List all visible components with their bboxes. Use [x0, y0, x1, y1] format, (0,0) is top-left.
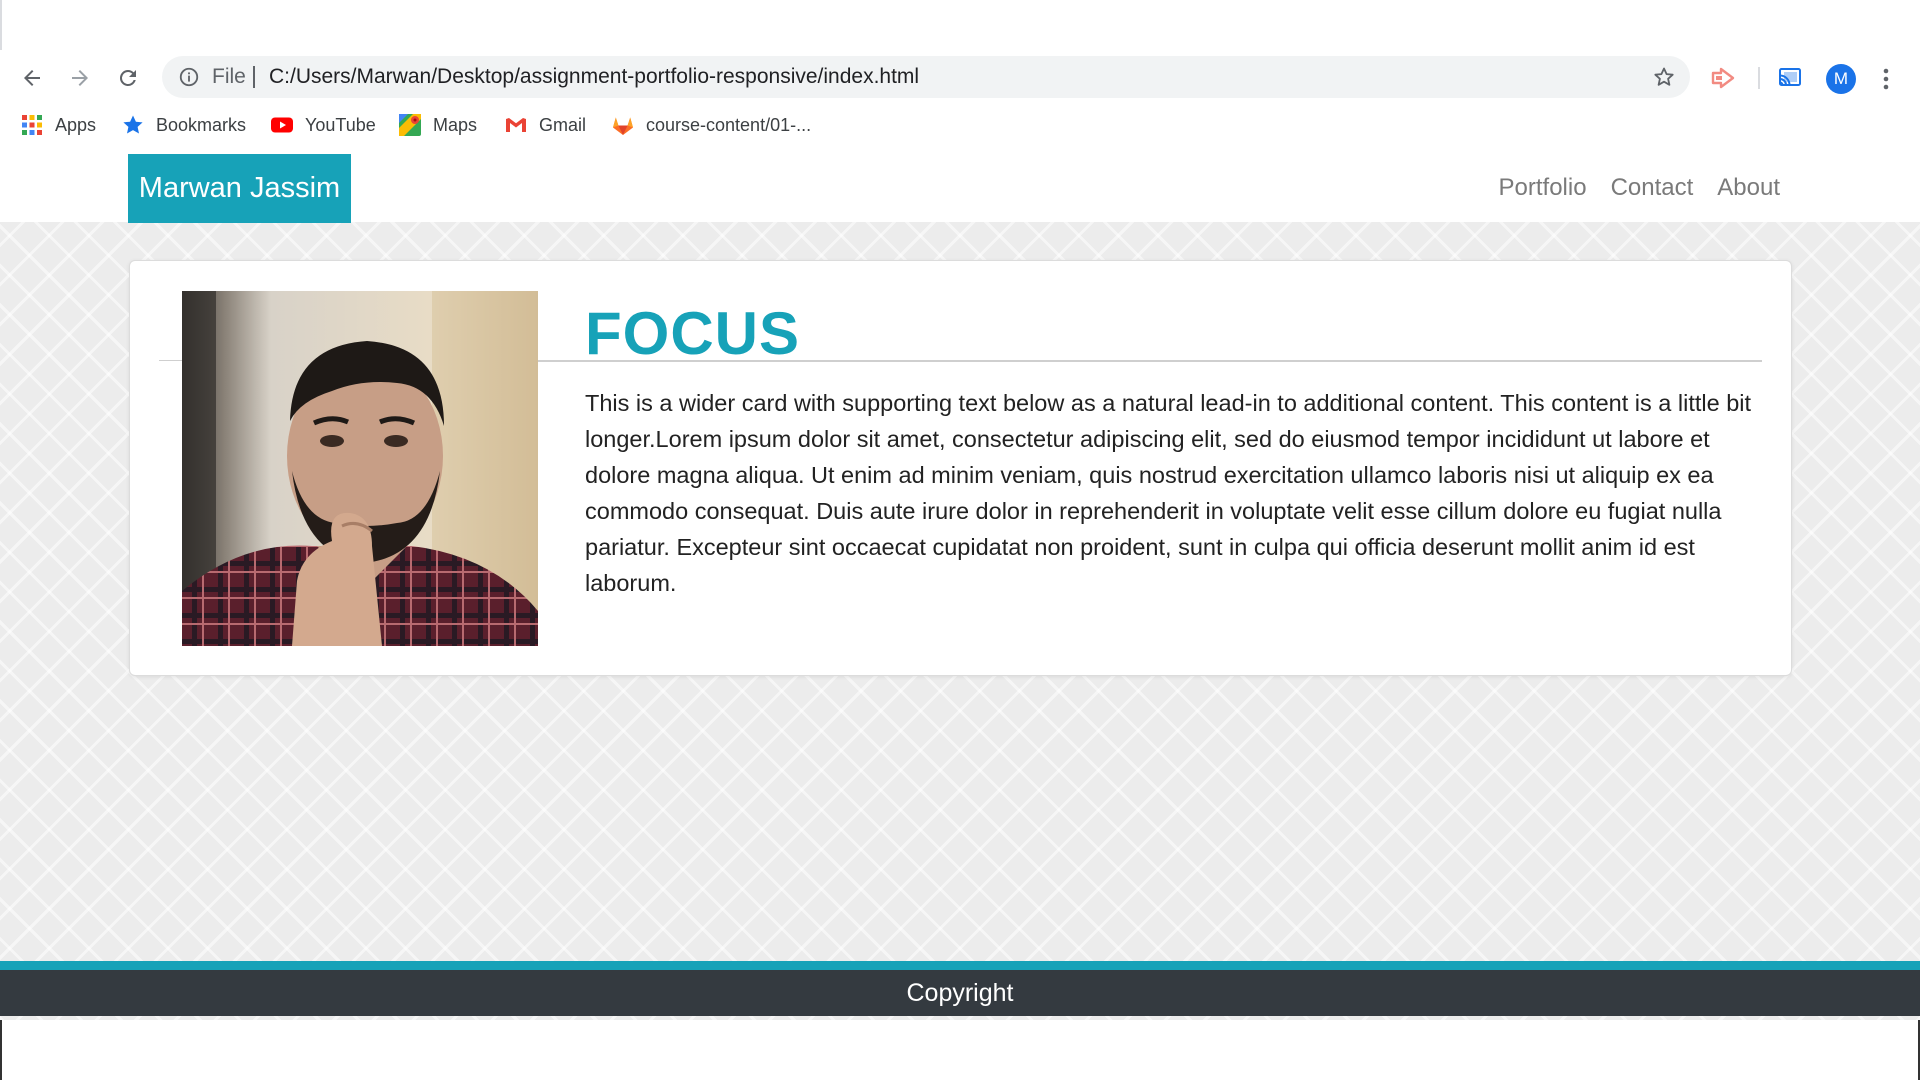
bookmark-star-icon[interactable]: [1652, 65, 1676, 89]
gmail-icon: [506, 118, 526, 132]
card-text: This is a wider card with supporting tex…: [585, 390, 1752, 596]
gitlab-icon: [613, 117, 633, 135]
bookmark-gmail[interactable]: Gmail: [504, 106, 586, 144]
youtube-icon: [271, 117, 293, 133]
site-navbar: Marwan Jassim Portfolio Contact About: [0, 147, 1920, 223]
bookmark-label: Maps: [433, 114, 478, 135]
address-scheme: File: [212, 65, 246, 88]
arrow-right-icon: [72, 70, 88, 86]
forward-button[interactable]: [60, 55, 100, 101]
info-icon[interactable]: [178, 66, 200, 88]
nav-links: Portfolio Contact About: [1475, 147, 1780, 229]
bookmark-label: YouTube: [305, 114, 376, 135]
browser-chrome: File C:/Users/Marwan/Desktop/assignment-…: [0, 0, 1920, 147]
card-divider-left: [159, 360, 183, 361]
nav-link-portfolio[interactable]: Portfolio: [1499, 174, 1587, 202]
more-menu-icon[interactable]: [1872, 64, 1900, 94]
extension-icon[interactable]: [1710, 65, 1736, 91]
back-button[interactable]: [12, 55, 52, 101]
cast-icon[interactable]: [1777, 65, 1803, 91]
page-body: Marwan Jassim Portfolio Contact About FO…: [0, 147, 1920, 1020]
bookmark-label: Apps: [55, 114, 97, 135]
arrow-left-icon: [24, 70, 40, 86]
bookmark-label: Gmail: [539, 114, 587, 135]
reload-icon: [119, 69, 136, 86]
bottom-strip: [0, 1020, 1920, 1080]
brand-logo[interactable]: Marwan Jassim: [128, 154, 351, 223]
profile-photo-illustration: [182, 291, 538, 646]
site-footer: Copyright: [0, 970, 1920, 1016]
bookmark-maps[interactable]: Maps: [398, 106, 477, 144]
browser-toolbar: File C:/Users/Marwan/Desktop/assignment-…: [0, 55, 1920, 101]
profile-photo: [182, 291, 538, 646]
bookmark-youtube[interactable]: YouTube: [270, 106, 376, 144]
bookmark-label: Bookmarks: [156, 114, 247, 135]
card-title: FOCUS: [585, 300, 800, 367]
profile-avatar[interactable]: M: [1826, 64, 1856, 94]
nav-link-contact[interactable]: Contact: [1611, 174, 1694, 202]
bookmark-label: course-content/01-...: [646, 114, 812, 135]
tabstrip-edge: [0, 0, 2, 50]
apps-grid-icon: [22, 115, 42, 135]
address-bar[interactable]: File C:/Users/Marwan/Desktop/assignment-…: [162, 56, 1690, 98]
bookmark-course-content[interactable]: course-content/01-...: [611, 106, 811, 144]
footer-accent-bar: [0, 961, 1920, 970]
bookmark-bookmarks[interactable]: Bookmarks: [121, 106, 246, 144]
bookmarks-bar: Apps Bookmarks YouTube Maps Gmail course…: [0, 106, 1920, 144]
star-icon: [123, 115, 143, 134]
maps-icon: [399, 114, 421, 136]
address-url[interactable]: C:/Users/Marwan/Desktop/assignment-portf…: [269, 56, 919, 98]
bookmark-apps[interactable]: Apps: [20, 106, 96, 144]
focus-card: FOCUS This is a wider card with supporti…: [129, 260, 1792, 676]
nav-link-about[interactable]: About: [1717, 174, 1780, 202]
toolbar-divider: [1758, 67, 1760, 89]
reload-button[interactable]: [108, 55, 148, 101]
address-separator: [253, 66, 255, 88]
